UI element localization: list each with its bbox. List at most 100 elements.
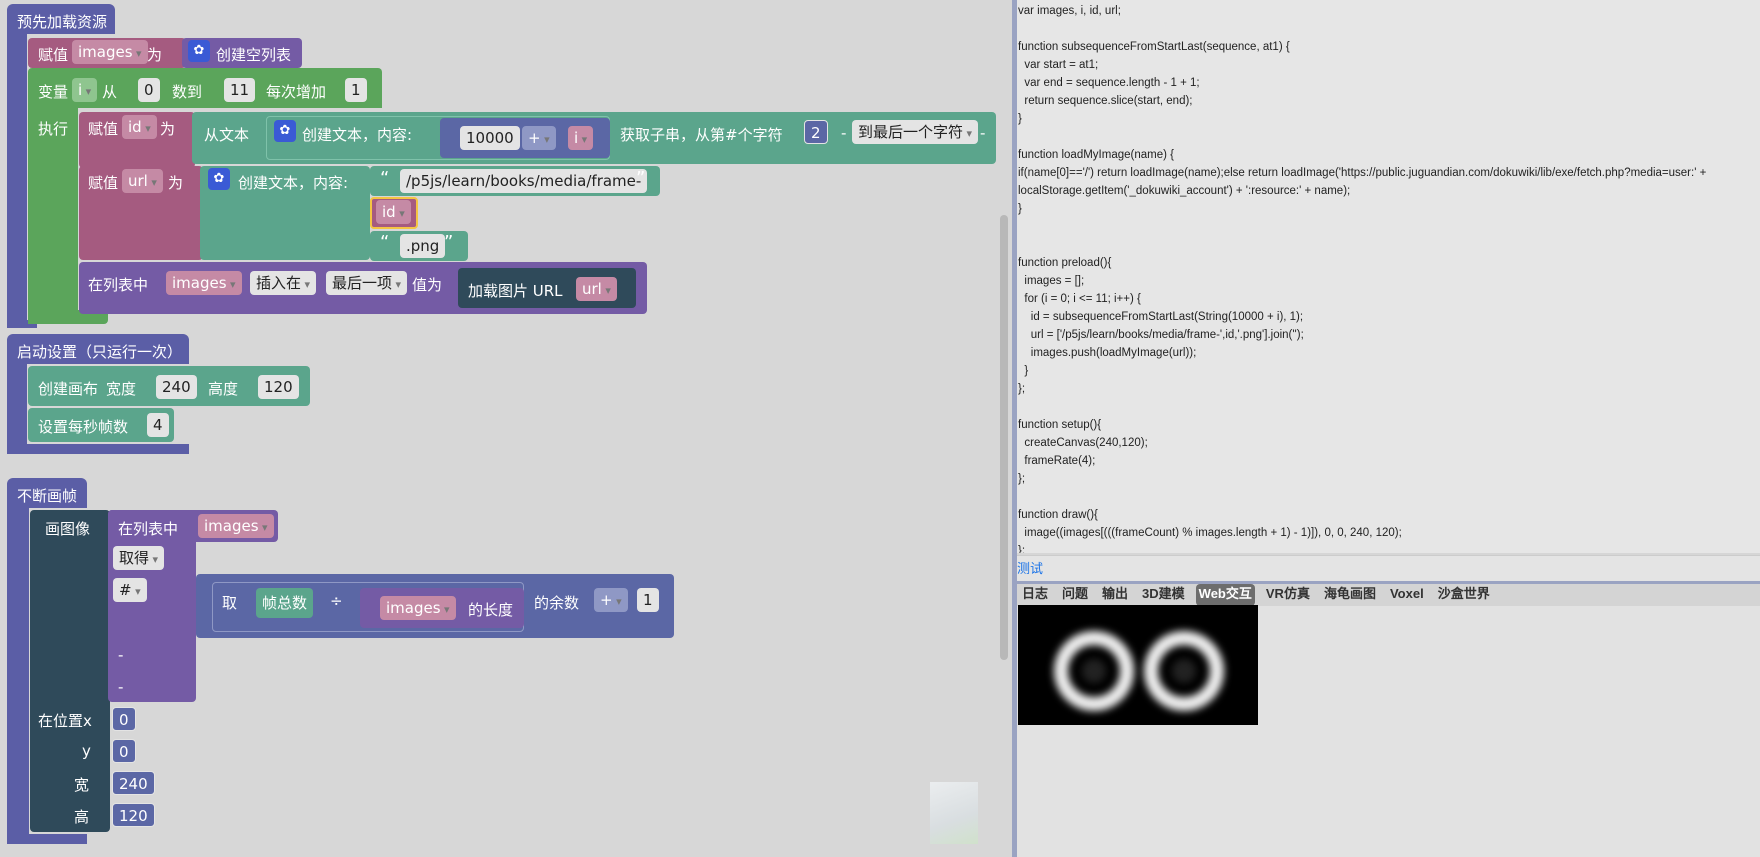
step-value[interactable]: 1 bbox=[345, 78, 367, 102]
to-value[interactable]: 11 bbox=[224, 78, 256, 102]
draw-dash-2: - bbox=[118, 678, 124, 696]
var-images-dropdown[interactable]: images bbox=[72, 40, 148, 64]
code-line: for (i = 0; i <= 11; i++) { bbox=[1018, 293, 1141, 305]
tab-6[interactable]: 海龟画图 bbox=[1321, 584, 1379, 606]
code-view[interactable]: var images, i, id, url; function subseque… bbox=[1017, 0, 1760, 553]
var-id-ref[interactable]: id bbox=[376, 200, 411, 224]
length-label: 的长度 bbox=[468, 601, 514, 619]
canvas-width-label: 宽度 bbox=[106, 380, 137, 398]
code-line: } bbox=[1018, 203, 1022, 215]
assign-url-label: 赋值 bbox=[88, 174, 119, 192]
code-line: function loadMyImage(name) { bbox=[1018, 149, 1174, 161]
frame-count-block[interactable]: 帧总数 bbox=[256, 588, 314, 618]
canvas-height-value[interactable]: 120 bbox=[258, 375, 299, 399]
test-link[interactable]: 测试 bbox=[1017, 555, 1760, 582]
quote-right-1: ” bbox=[636, 168, 646, 189]
img-width-label: 宽 bbox=[74, 776, 90, 794]
get-mode-dropdown[interactable]: 取得 bbox=[113, 546, 165, 570]
text-part-1[interactable]: /p5js/learn/books/media/frame- bbox=[400, 169, 648, 193]
quote-right-2: ” bbox=[444, 232, 454, 253]
draw-image-label: 画图像 bbox=[45, 520, 91, 538]
to-end-dropdown[interactable]: 到最后一个字符 bbox=[852, 120, 979, 144]
insert-mode-dropdown[interactable]: 插入在 bbox=[250, 271, 317, 295]
setup-hat-label: 启动设置（只运行一次） bbox=[17, 343, 183, 361]
tab-4[interactable]: Web交互 bbox=[1195, 584, 1255, 606]
index-mode-dropdown[interactable]: # bbox=[113, 578, 147, 602]
quote-left-1: “ bbox=[380, 168, 390, 189]
insert-where-dropdown[interactable]: 最后一项 bbox=[326, 271, 408, 295]
code-line: }; bbox=[1018, 473, 1026, 485]
get-in-list-label: 在列表中 bbox=[118, 520, 179, 538]
canvas-height-label: 高度 bbox=[208, 380, 239, 398]
tab-8[interactable]: 沙盒世界 bbox=[1435, 584, 1493, 606]
setup-body bbox=[7, 362, 27, 454]
gear-icon[interactable]: ✿ bbox=[208, 168, 230, 190]
code-line: url = ['/p5js/learn/books/media/frame-',… bbox=[1018, 329, 1304, 341]
var-i-ref[interactable]: i bbox=[568, 126, 594, 150]
loop-var-dropdown[interactable]: i bbox=[72, 78, 98, 102]
add-one-value[interactable]: 1 bbox=[637, 588, 659, 612]
substring-label: 获取子串，从第#个字符 bbox=[620, 126, 783, 144]
setup-foot bbox=[7, 444, 189, 454]
plus-operator-dropdown[interactable]: + bbox=[522, 126, 556, 150]
dash-1: - bbox=[841, 124, 847, 142]
code-line: }; bbox=[1018, 545, 1026, 553]
remainder-label: 的余数 bbox=[534, 594, 580, 612]
code-line: function draw(){ bbox=[1018, 509, 1098, 521]
substring-start[interactable]: 2 bbox=[804, 120, 828, 144]
tab-1[interactable]: 问题 bbox=[1059, 584, 1091, 606]
code-line: var images, i, id, url; bbox=[1018, 5, 1121, 17]
value-label: 值为 bbox=[412, 276, 443, 294]
from-text-label: 从文本 bbox=[204, 126, 250, 144]
dash-2: - bbox=[980, 124, 986, 142]
create-empty-list-label: 创建空列表 bbox=[216, 46, 292, 64]
assign-id-as: 为 bbox=[160, 120, 176, 138]
draw-foot bbox=[7, 834, 87, 844]
code-line: images.push(loadMyImage(url)); bbox=[1018, 347, 1197, 359]
list-images-ref[interactable]: images bbox=[166, 271, 242, 295]
divide-label: ÷ bbox=[330, 592, 343, 610]
for-label: 变量 bbox=[38, 83, 69, 101]
blockly-workspace[interactable]: 预先加载资源 赋值 images 为 ✿ 创建空列表 变量 i 从 0 数到 1… bbox=[0, 0, 1012, 857]
draw-image-block[interactable] bbox=[30, 510, 110, 832]
test-link-label[interactable]: 测试 bbox=[1017, 561, 1043, 576]
code-line: image((images[(((frameCount) % images.le… bbox=[1018, 527, 1402, 539]
tab-5[interactable]: VR仿真 bbox=[1263, 584, 1313, 606]
tab-7[interactable]: Voxel bbox=[1387, 584, 1427, 606]
num-10000[interactable]: 10000 bbox=[460, 126, 520, 150]
draw-hat-label: 不断画帧 bbox=[17, 487, 78, 505]
gear-icon[interactable]: ✿ bbox=[188, 40, 210, 62]
from-value[interactable]: 0 bbox=[138, 78, 160, 102]
gear-icon[interactable]: ✿ bbox=[274, 120, 296, 142]
canvas-width-value[interactable]: 240 bbox=[156, 375, 197, 399]
pos-y-value[interactable]: 0 bbox=[112, 739, 136, 763]
code-line: }; bbox=[1018, 383, 1026, 395]
assign-url-as: 为 bbox=[168, 174, 184, 192]
pos-x-value[interactable]: 0 bbox=[112, 707, 136, 731]
code-line: function preload(){ bbox=[1018, 257, 1112, 269]
frame-rate-value[interactable]: 4 bbox=[147, 413, 169, 437]
add-operator-dropdown[interactable]: + bbox=[594, 588, 628, 612]
var-url-dropdown[interactable]: url bbox=[122, 169, 163, 193]
text-part-3[interactable]: .png bbox=[400, 234, 446, 258]
img-height-value[interactable]: 120 bbox=[112, 803, 155, 827]
output-tab-bar: 日志 问题 输出 3D建模 Web交互 VR仿真 海龟画图 Voxel 沙盒世界 bbox=[1017, 581, 1760, 606]
tab-3[interactable]: 3D建模 bbox=[1139, 584, 1188, 606]
trash-can-icon[interactable] bbox=[930, 782, 978, 844]
do-label: 执行 bbox=[38, 120, 69, 138]
var-id-dropdown[interactable]: id bbox=[122, 115, 157, 139]
img-width-value[interactable]: 240 bbox=[112, 771, 155, 795]
ring-image-left bbox=[1054, 631, 1134, 711]
workspace-scrollbar[interactable] bbox=[1000, 215, 1008, 660]
length-list-images-ref[interactable]: images bbox=[380, 596, 456, 620]
draw-list-images-ref[interactable]: images bbox=[198, 514, 274, 538]
create-text-url-label: 创建文本，内容: bbox=[238, 174, 349, 192]
var-url-ref[interactable]: url bbox=[576, 277, 617, 301]
preload-body bbox=[7, 30, 27, 326]
tab-2[interactable]: 输出 bbox=[1099, 584, 1131, 606]
tab-0[interactable]: 日志 bbox=[1019, 584, 1051, 606]
